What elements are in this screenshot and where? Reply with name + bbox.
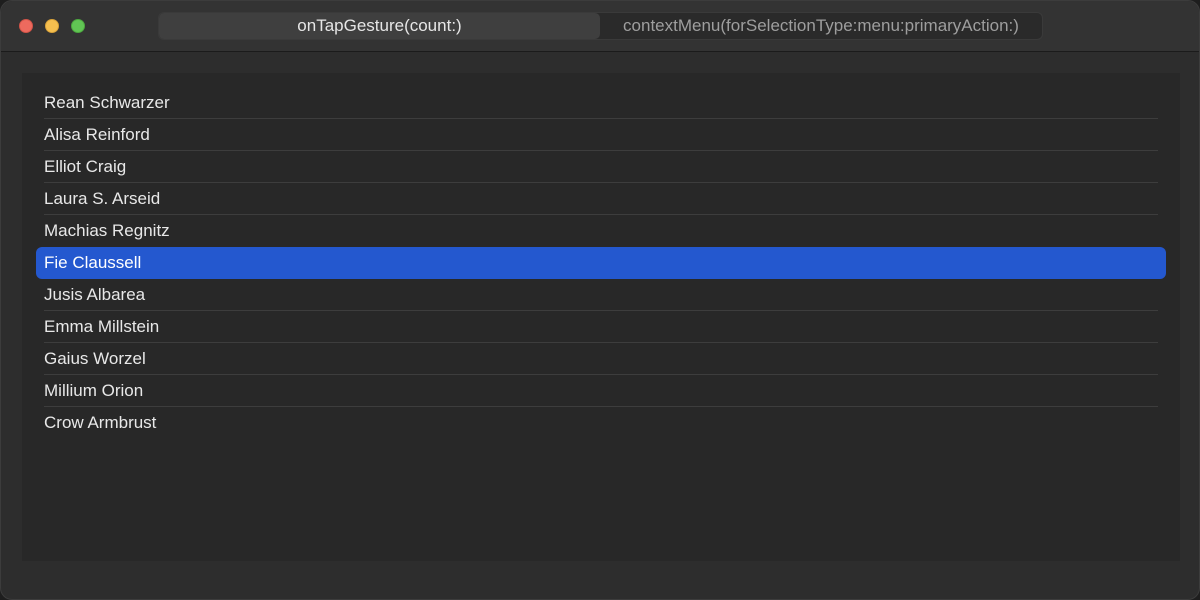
list-item-label: Alisa Reinford [44, 125, 150, 144]
list-item-label: Millium Orion [44, 381, 144, 400]
list-item[interactable]: Laura S. Arseid [36, 183, 1166, 215]
list-item[interactable]: Emma Millstein [36, 311, 1166, 343]
mode-segmented-control: onTapGesture(count:) contextMenu(forSele… [158, 12, 1043, 40]
list-item-label: Emma Millstein [44, 317, 160, 336]
list-item[interactable]: Alisa Reinford [36, 119, 1166, 151]
list-item[interactable]: Millium Orion [36, 375, 1166, 407]
list-item-label: Machias Regnitz [44, 221, 170, 240]
list-item[interactable]: Jusis Albarea [36, 279, 1166, 311]
names-list: Rean Schwarzer Alisa Reinford Elliot Craig… [22, 87, 1180, 439]
close-window-button[interactable] [19, 19, 33, 33]
segment-on-tap-gesture[interactable]: onTapGesture(count:) [159, 13, 600, 39]
list-item[interactable]: Rean Schwarzer [36, 87, 1166, 119]
list-item[interactable]: Elliot Craig [36, 151, 1166, 183]
list-item-label: Elliot Craig [44, 157, 127, 176]
minimize-window-button[interactable] [45, 19, 59, 33]
list-item[interactable]: Gaius Worzel [36, 343, 1166, 375]
segment-context-menu[interactable]: contextMenu(forSelectionType:menu:primar… [600, 13, 1042, 39]
list-item-label: Crow Armbrust [44, 413, 157, 432]
list-item-label: Fie Claussell [44, 253, 142, 272]
list-container: Rean Schwarzer Alisa Reinford Elliot Craig… [22, 73, 1180, 561]
list-item-label: Rean Schwarzer [44, 93, 170, 112]
list-item-label: Gaius Worzel [44, 349, 146, 368]
title-bar: onTapGesture(count:) contextMenu(forSele… [1, 1, 1199, 52]
list-item-label: Laura S. Arseid [44, 189, 161, 208]
zoom-window-button[interactable] [71, 19, 85, 33]
app-window: onTapGesture(count:) contextMenu(forSele… [0, 0, 1200, 600]
list-item[interactable]: Crow Armbrust [36, 407, 1166, 439]
list-item[interactable]: Machias Regnitz [36, 215, 1166, 247]
list-item-label: Jusis Albarea [44, 285, 146, 304]
list-item-selected[interactable]: Fie Claussell [36, 247, 1166, 279]
